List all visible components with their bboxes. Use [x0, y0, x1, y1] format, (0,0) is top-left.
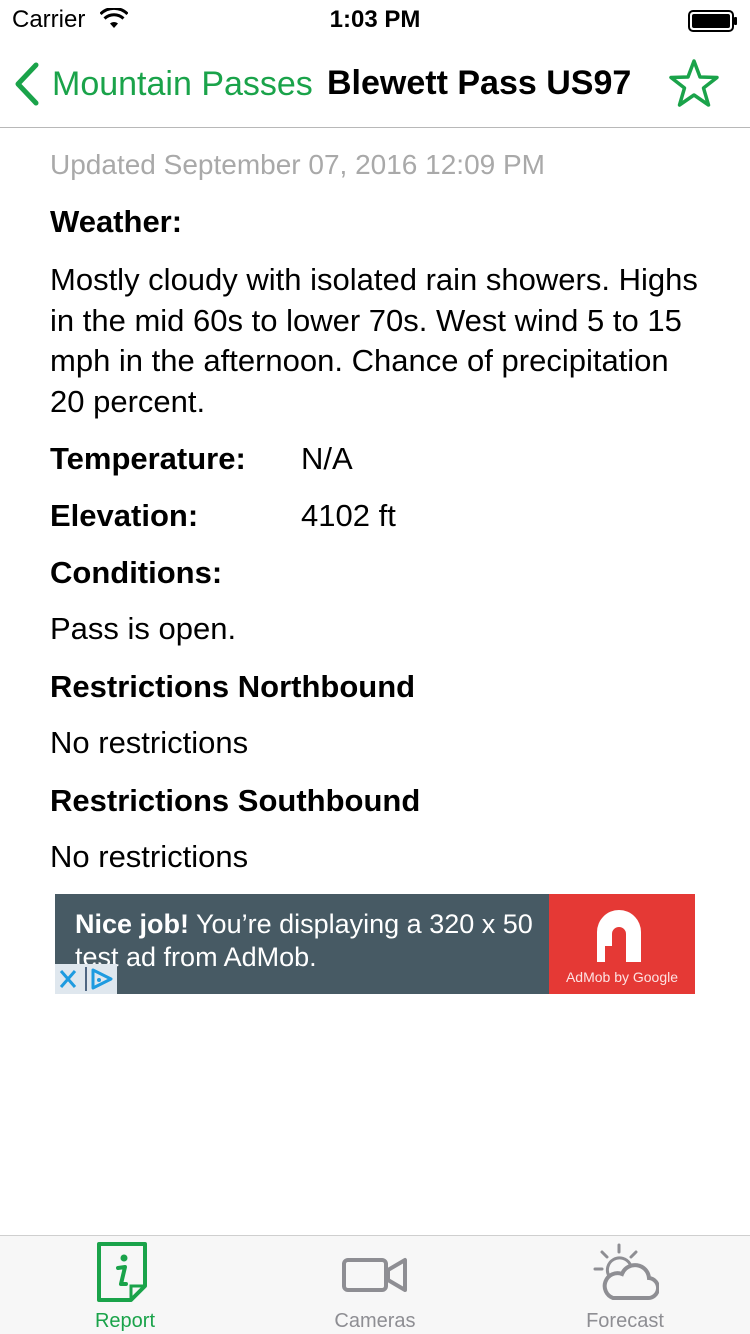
updated-timestamp: Updated September 07, 2016 12:09 PM	[50, 149, 546, 180]
ad-brand-label: AdMob by Google	[565, 969, 679, 985]
status-time: 1:03 PM	[329, 6, 421, 33]
ad-text-bold: Nice job!	[75, 909, 190, 939]
page-title: Blewett Pass US97	[327, 64, 632, 102]
back-button[interactable]: Mountain Passes	[12, 60, 313, 108]
battery-icon	[688, 10, 737, 32]
weather-heading: Weather:	[50, 204, 183, 239]
weather-description: Mostly cloudy with isolated rain showers…	[50, 262, 698, 419]
tab-cameras[interactable]: Cameras	[250, 1236, 500, 1334]
report-info-icon	[97, 1242, 147, 1302]
tab-report[interactable]: Report	[0, 1236, 250, 1334]
restrictions-southbound-text: No restrictions	[50, 839, 249, 874]
admob-logo-icon	[597, 910, 641, 962]
restrictions-northbound-text: No restrictions	[50, 725, 249, 760]
conditions-text: Pass is open.	[50, 611, 237, 646]
tab-report-label: Report	[94, 1310, 156, 1332]
temperature-label: Temperature:	[50, 441, 246, 476]
video-camera-icon	[342, 1258, 407, 1292]
ad-choices-icon	[59, 967, 113, 991]
ad-choices-badge[interactable]	[55, 964, 117, 994]
partly-cloudy-icon	[593, 1243, 659, 1301]
back-button-label: Mountain Passes	[52, 64, 313, 103]
temperature-value: N/A	[301, 441, 353, 476]
tab-forecast-label: Forecast	[586, 1310, 664, 1332]
admob-logo-panel: AdMob by Google	[549, 894, 695, 994]
navigation-bar: Mountain Passes Blewett Pass US97	[0, 40, 750, 128]
tab-cameras-label: Cameras	[334, 1310, 416, 1332]
tab-forecast[interactable]: Forecast	[500, 1236, 750, 1334]
ad-banner[interactable]: Nice job! You’re displaying a 320 x 50 t…	[55, 894, 695, 994]
chevron-left-icon	[15, 62, 39, 106]
status-bar: Carrier 1:03 PM	[0, 0, 750, 40]
tab-bar: Report Cameras Forecast	[0, 1235, 750, 1334]
conditions-heading: Conditions:	[50, 555, 223, 590]
restrictions-northbound-heading: Restrictions Northbound	[50, 669, 416, 704]
ad-text: Nice job! You’re displaying a 320 x 50 t…	[75, 908, 545, 974]
elevation-label: Elevation:	[50, 498, 199, 533]
favorite-star-icon[interactable]	[668, 58, 720, 110]
restrictions-southbound-heading: Restrictions Southbound	[50, 783, 421, 818]
elevation-value: 4102 ft	[301, 498, 396, 533]
